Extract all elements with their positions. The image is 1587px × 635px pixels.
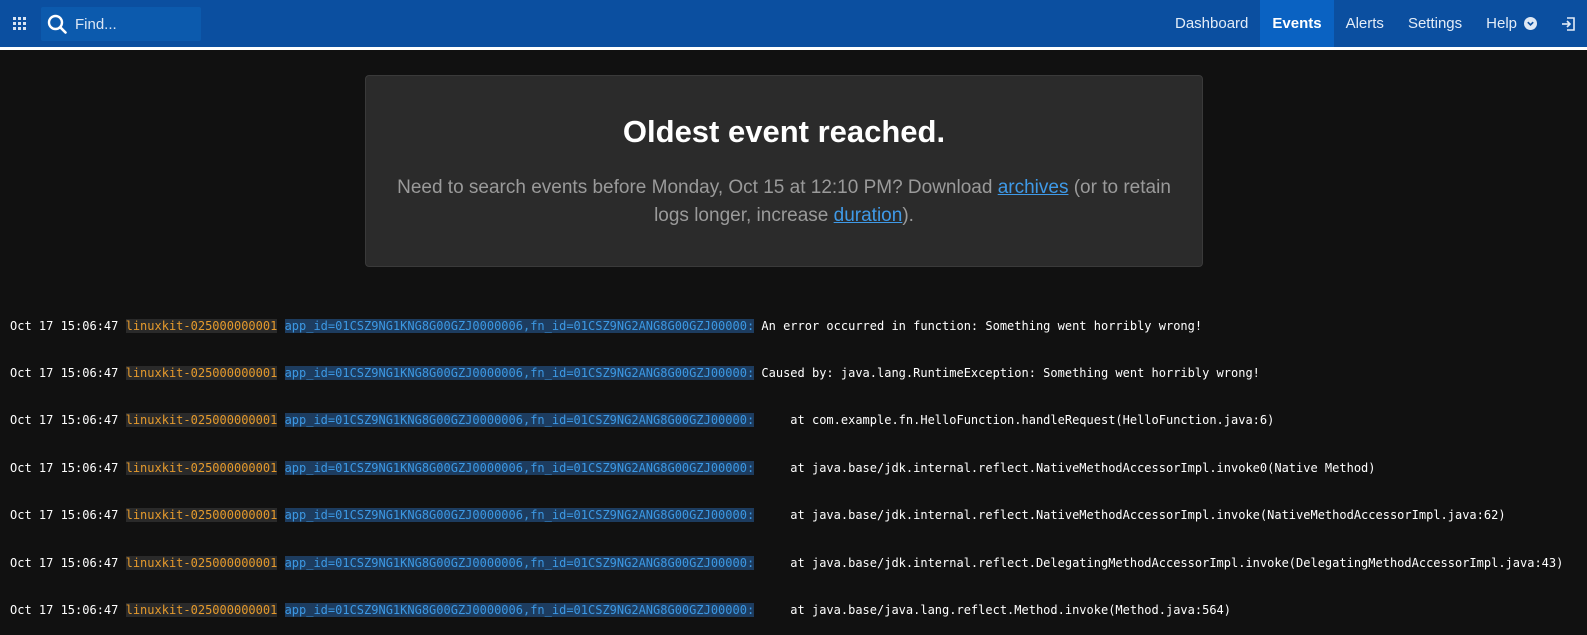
log-host: linuxkit-025000000001 bbox=[125, 318, 278, 333]
search-box[interactable] bbox=[41, 7, 201, 41]
log-host: linuxkit-025000000001 bbox=[125, 602, 278, 617]
nav-help-label: Help bbox=[1486, 15, 1517, 32]
nav-alerts-label: Alerts bbox=[1345, 15, 1384, 32]
log-timestamp: Oct 17 15:06:47 bbox=[10, 413, 119, 428]
banner-message-prefix: Need to search events before Monday, Oct… bbox=[397, 177, 998, 198]
log-host: linuxkit-025000000001 bbox=[125, 460, 278, 475]
log-message: An error occurred in function: Something… bbox=[761, 318, 1203, 333]
log-ids: app_id=01CSZ9NG1KNG8G00GZJ0000006,fn_id=… bbox=[284, 318, 755, 333]
log-ids: app_id=01CSZ9NG1KNG8G00GZJ0000006,fn_id=… bbox=[284, 508, 755, 523]
log-timestamp: Oct 17 15:06:47 bbox=[10, 508, 119, 523]
main-nav: Dashboard Events Alerts Settings Help bbox=[1163, 0, 1587, 47]
archives-link[interactable]: archives bbox=[998, 177, 1069, 198]
oldest-event-banner: Oldest event reached. Need to search eve… bbox=[365, 75, 1203, 267]
log-message: Caused by: java.lang.RuntimeException: S… bbox=[761, 365, 1260, 380]
log-message: at java.base/jdk.internal.reflect.Native… bbox=[761, 508, 1506, 523]
log-message: at java.base/java.lang.reflect.Method.in… bbox=[761, 602, 1232, 617]
grid-icon bbox=[12, 17, 26, 30]
log-line: Oct 17 15:06:47 linuxkit-025000000001 ap… bbox=[10, 555, 1564, 572]
event-log: Oct 17 15:06:47 linuxkit-025000000001 ap… bbox=[10, 287, 1563, 635]
log-line: Oct 17 15:06:47 linuxkit-025000000001 ap… bbox=[10, 460, 1563, 477]
search-icon bbox=[47, 14, 67, 34]
log-ids: app_id=01CSZ9NG1KNG8G00GZJ0000006,fn_id=… bbox=[284, 460, 755, 475]
log-message: at java.base/jdk.internal.reflect.Native… bbox=[761, 460, 1376, 475]
log-timestamp: Oct 17 15:06:47 bbox=[10, 365, 119, 380]
log-ids: app_id=01CSZ9NG1KNG8G00GZJ0000006,fn_id=… bbox=[284, 413, 755, 428]
log-message: at java.base/jdk.internal.reflect.Delega… bbox=[761, 555, 1564, 570]
nav-dashboard-label: Dashboard bbox=[1175, 15, 1249, 32]
log-timestamp: Oct 17 15:06:47 bbox=[10, 460, 119, 475]
chevron-down-icon bbox=[1524, 17, 1537, 30]
log-line: Oct 17 15:06:47 linuxkit-025000000001 ap… bbox=[10, 413, 1563, 429]
log-host: linuxkit-025000000001 bbox=[125, 508, 278, 523]
nav-events[interactable]: Events bbox=[1260, 0, 1334, 47]
nav-settings[interactable]: Settings bbox=[1396, 0, 1474, 47]
log-message: at com.example.fn.HelloFunction.handleRe… bbox=[761, 413, 1275, 428]
nav-help[interactable]: Help bbox=[1474, 0, 1549, 47]
log-ids: app_id=01CSZ9NG1KNG8G00GZJ0000006,fn_id=… bbox=[284, 602, 755, 617]
log-host: linuxkit-025000000001 bbox=[125, 413, 278, 428]
banner-message-suffix: ). bbox=[902, 205, 914, 226]
log-line: Oct 17 15:06:47 linuxkit-025000000001 ap… bbox=[10, 508, 1563, 524]
log-line: Oct 17 15:06:47 linuxkit-025000000001 ap… bbox=[10, 365, 1563, 382]
duration-link[interactable]: duration bbox=[834, 205, 903, 226]
log-ids: app_id=01CSZ9NG1KNG8G00GZJ0000006,fn_id=… bbox=[284, 365, 755, 380]
log-timestamp: Oct 17 15:06:47 bbox=[10, 602, 119, 617]
nav-settings-label: Settings bbox=[1407, 15, 1463, 32]
log-host: linuxkit-025000000001 bbox=[125, 365, 278, 380]
log-timestamp: Oct 17 15:06:47 bbox=[10, 555, 119, 570]
banner-title: Oldest event reached. bbox=[622, 114, 946, 149]
log-timestamp: Oct 17 15:06:47 bbox=[10, 318, 119, 333]
logout-button[interactable] bbox=[1549, 0, 1587, 47]
banner-message: Need to search events before Monday, Oct… bbox=[396, 174, 1172, 230]
top-bar: Dashboard Events Alerts Settings Help bbox=[0, 0, 1587, 50]
nav-dashboard[interactable]: Dashboard bbox=[1163, 0, 1260, 47]
log-ids: app_id=01CSZ9NG1KNG8G00GZJ0000006,fn_id=… bbox=[284, 555, 755, 570]
nav-alerts[interactable]: Alerts bbox=[1334, 0, 1396, 47]
nav-events-label: Events bbox=[1272, 15, 1322, 32]
apps-menu-button[interactable] bbox=[0, 0, 38, 47]
log-line: Oct 17 15:06:47 linuxkit-025000000001 ap… bbox=[10, 602, 1563, 619]
search-input[interactable] bbox=[75, 7, 199, 41]
log-host: linuxkit-025000000001 bbox=[125, 555, 278, 570]
logout-icon bbox=[1562, 16, 1575, 31]
log-line: Oct 17 15:06:47 linuxkit-025000000001 ap… bbox=[10, 318, 1563, 335]
